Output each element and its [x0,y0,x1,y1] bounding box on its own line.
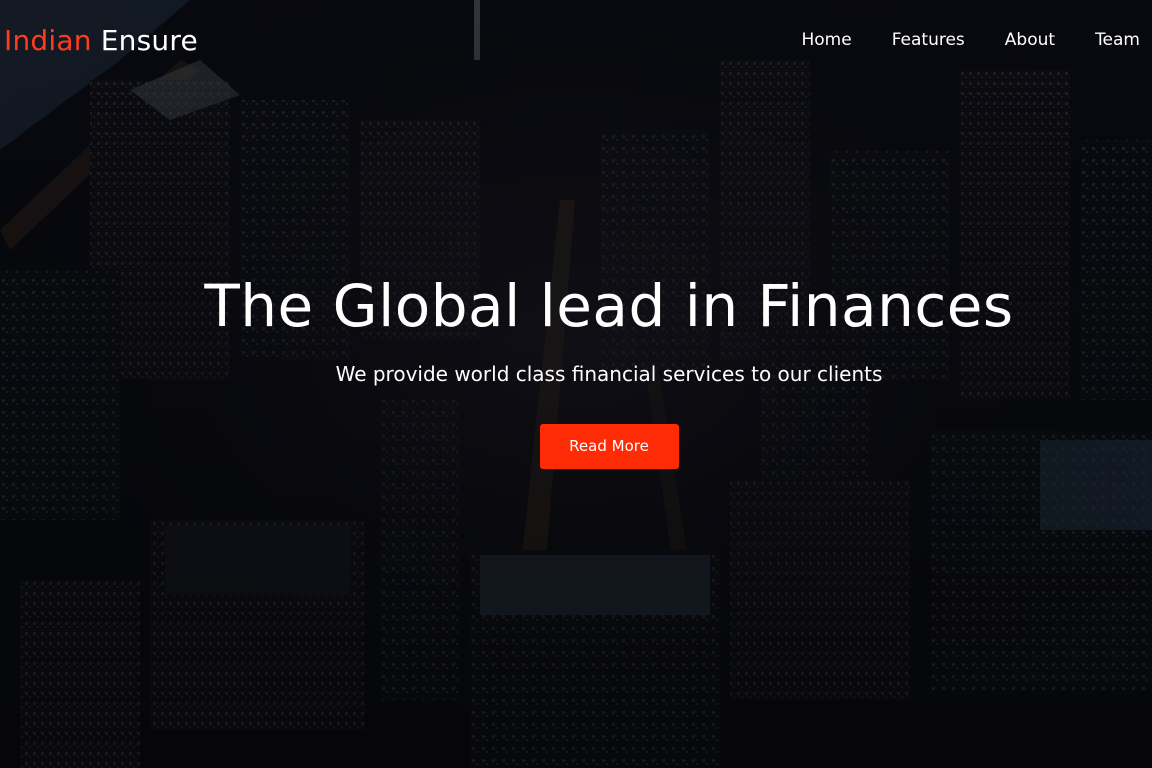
nav-link-features[interactable]: Features [892,30,965,50]
hero-subtitle: We provide world class financial service… [335,362,883,386]
hero-section: Indian Ensure Home Features About Team T… [0,0,1152,768]
nav-link-team[interactable]: Team [1095,30,1140,50]
nav-link-home[interactable]: Home [801,30,851,50]
hero-title: The Global lead in Finances [204,272,1014,340]
brand-name-first: Indian [4,24,92,57]
nav-menu: Home Features About Team [761,30,1140,50]
top-navbar: Indian Ensure Home Features About Team [0,0,1152,86]
hero-content: The Global lead in Finances We provide w… [0,266,1152,469]
nav-link-about[interactable]: About [1005,30,1055,50]
brand-name-second: Ensure [100,24,198,57]
read-more-button[interactable]: Read More [539,424,679,469]
brand-logo-link[interactable]: Indian Ensure [4,24,198,57]
